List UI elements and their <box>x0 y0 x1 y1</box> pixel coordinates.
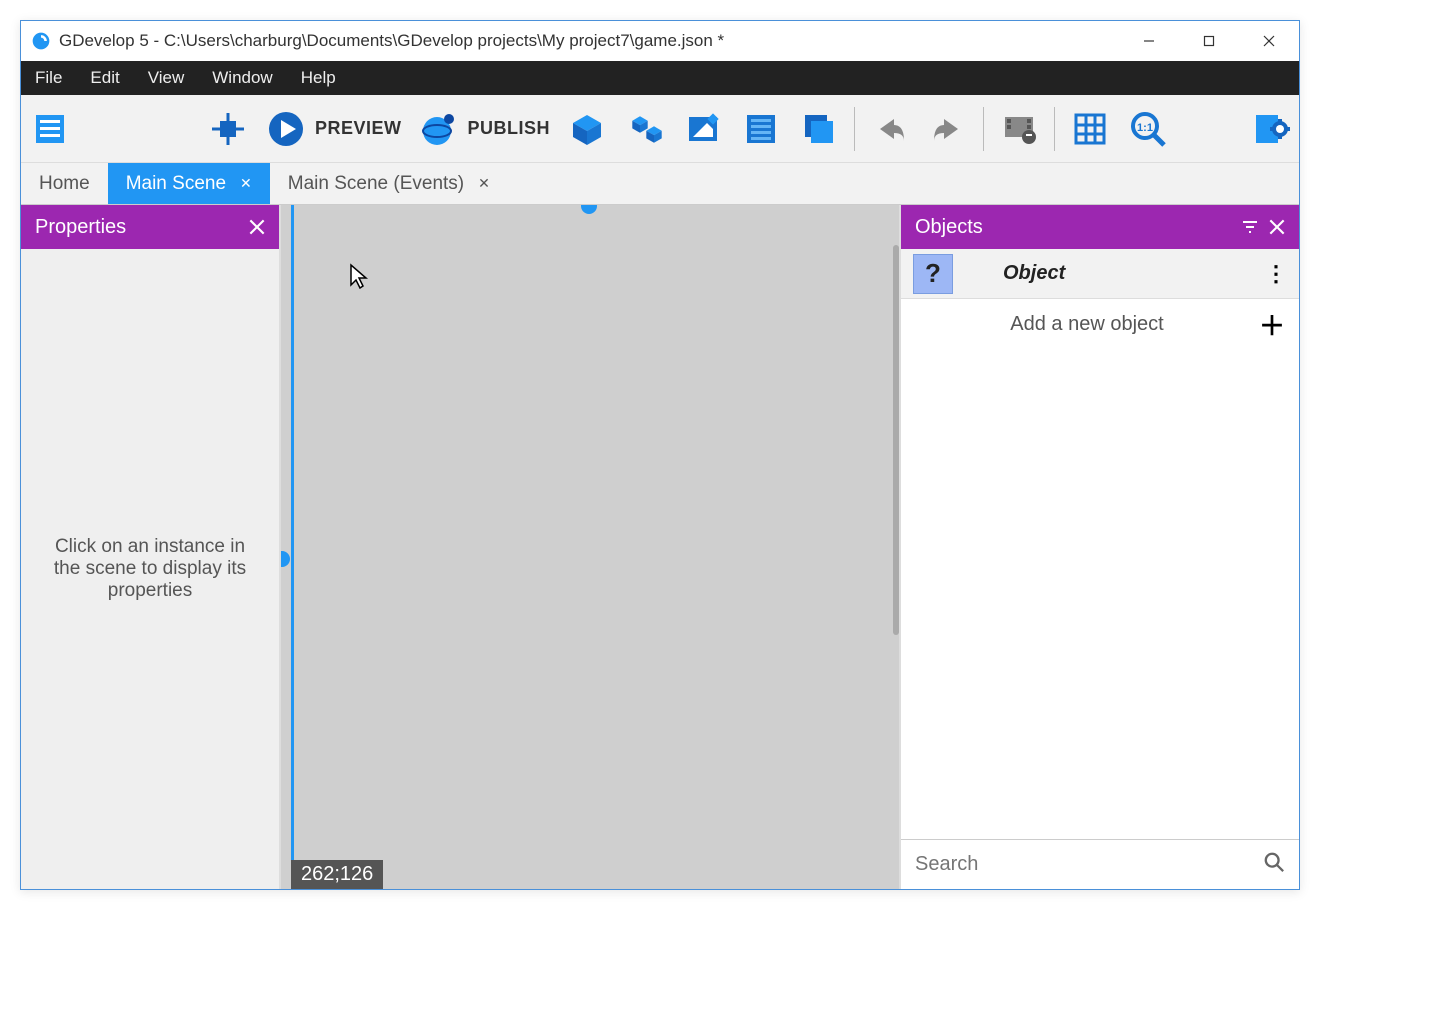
close-icon[interactable]: ✕ <box>240 175 252 192</box>
tab-main-scene[interactable]: Main Scene ✕ <box>108 163 270 204</box>
close-button[interactable] <box>1239 21 1299 61</box>
project-manager-button[interactable] <box>23 102 77 156</box>
scene-canvas[interactable]: 262;126 <box>281 205 899 889</box>
debugger-button[interactable] <box>201 102 255 156</box>
close-icon[interactable] <box>1269 219 1285 235</box>
canvas-handle-top[interactable] <box>581 205 597 214</box>
tab-label: Main Scene <box>126 173 226 195</box>
app-icon <box>31 31 51 51</box>
preview-button[interactable] <box>259 102 313 156</box>
filter-icon[interactable] <box>1241 218 1259 236</box>
tab-label: Home <box>39 173 90 195</box>
publish-button[interactable] <box>412 102 466 156</box>
object-list-item[interactable]: ? Object ⋮ <box>901 249 1299 299</box>
edit-layer-effects-button[interactable] <box>992 102 1046 156</box>
object-name: Object <box>973 262 1265 285</box>
plus-icon: ＋ <box>1259 306 1285 343</box>
minimize-button[interactable] <box>1119 21 1179 61</box>
workspace: Properties Click on an instance in the s… <box>21 205 1299 889</box>
object-menu-icon[interactable]: ⋮ <box>1265 261 1287 287</box>
undo-button[interactable] <box>863 102 917 156</box>
properties-panel-header: Properties <box>21 205 279 249</box>
close-icon[interactable] <box>249 219 265 235</box>
publish-label: PUBLISH <box>468 118 551 139</box>
menu-view[interactable]: View <box>134 61 199 95</box>
menu-file[interactable]: File <box>21 61 76 95</box>
properties-empty-message: Click on an instance in the scene to dis… <box>21 249 279 889</box>
properties-panel: Properties Click on an instance in the s… <box>21 205 281 889</box>
panel-title: Properties <box>35 216 239 239</box>
open-properties-button[interactable] <box>676 102 730 156</box>
tab-main-scene-events[interactable]: Main Scene (Events) ✕ <box>270 163 508 204</box>
cursor-coordinates: 262;126 <box>291 860 383 889</box>
menu-window[interactable]: Window <box>198 61 286 95</box>
canvas-origin-guide <box>291 205 294 889</box>
open-instances-list-button[interactable] <box>734 102 788 156</box>
add-object-row[interactable]: Add a new object ＋ <box>901 299 1299 349</box>
mouse-cursor-icon <box>349 263 369 294</box>
window-controls <box>1119 21 1299 61</box>
maximize-button[interactable] <box>1179 21 1239 61</box>
objects-panel: Objects ? Object ⋮ Add a new object ＋ <box>899 205 1299 889</box>
objects-search-row <box>901 839 1299 889</box>
panel-title: Objects <box>915 216 1231 239</box>
object-thumbnail: ? <box>913 254 953 294</box>
tab-home[interactable]: Home <box>21 163 108 204</box>
canvas-handle-left[interactable] <box>281 551 290 567</box>
tab-label: Main Scene (Events) <box>288 173 464 195</box>
menu-help[interactable]: Help <box>287 61 350 95</box>
app-window: GDevelop 5 - C:\Users\charburg\Documents… <box>20 20 1300 890</box>
open-layers-button[interactable] <box>792 102 846 156</box>
search-icon[interactable] <box>1263 851 1285 878</box>
preview-label: PREVIEW <box>315 118 402 139</box>
redo-button[interactable] <box>921 102 975 156</box>
document-tabs: Home Main Scene ✕ Main Scene (Events) ✕ <box>21 163 1299 205</box>
open-objects-button[interactable] <box>560 102 614 156</box>
window-title: GDevelop 5 - C:\Users\charburg\Documents… <box>59 31 1119 51</box>
toolbar-separator <box>854 107 855 151</box>
toolbar-separator <box>1054 107 1055 151</box>
menu-edit[interactable]: Edit <box>76 61 133 95</box>
open-object-groups-button[interactable] <box>618 102 672 156</box>
toolbar-separator <box>983 107 984 151</box>
toggle-grid-button[interactable] <box>1063 102 1117 156</box>
close-icon[interactable]: ✕ <box>478 175 490 192</box>
zoom-fit-button[interactable]: 1:1 <box>1121 102 1175 156</box>
toolbar: PREVIEW PUBLISH <box>21 95 1299 163</box>
svg-text:1:1: 1:1 <box>1137 122 1153 134</box>
add-object-label: Add a new object <box>915 313 1259 336</box>
canvas-scrollbar[interactable] <box>893 245 899 635</box>
menu-bar: File Edit View Window Help <box>21 61 1299 95</box>
objects-search-input[interactable] <box>915 853 1263 876</box>
settings-button[interactable] <box>1243 102 1297 156</box>
title-bar: GDevelop 5 - C:\Users\charburg\Documents… <box>21 21 1299 61</box>
objects-panel-header: Objects <box>901 205 1299 249</box>
